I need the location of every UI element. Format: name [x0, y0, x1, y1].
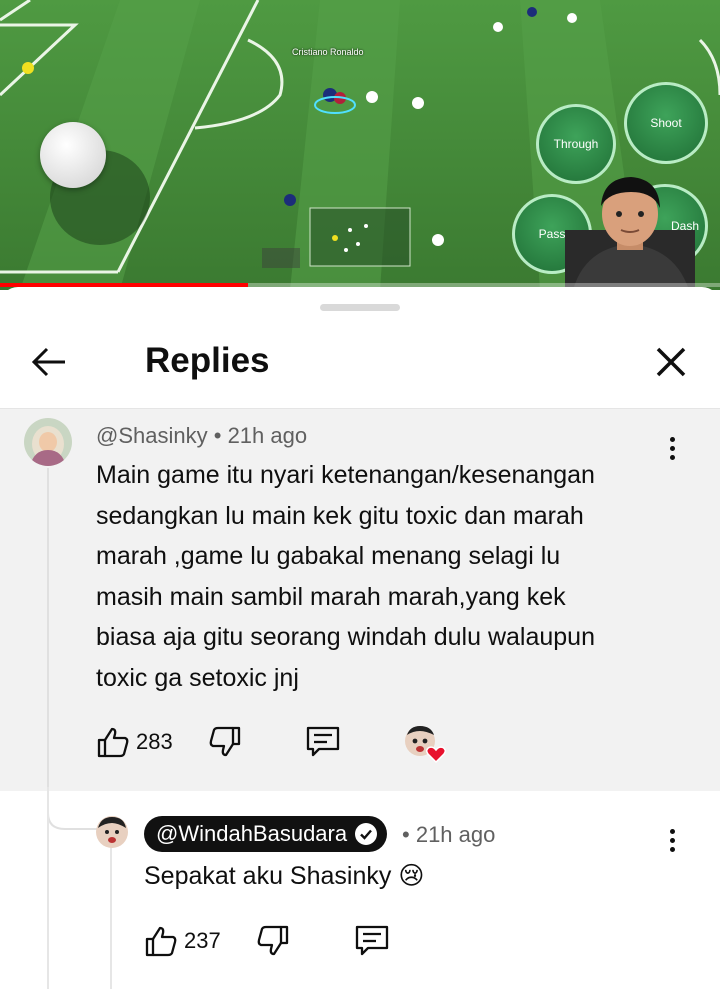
player-name-tag: Cristiano Ronaldo: [292, 47, 364, 57]
reply-text: Sepakat aku Shasinky 😢: [144, 862, 425, 890]
video-player[interactable]: Cristiano Ronaldo Through Shoot Pass Das…: [0, 0, 720, 290]
thumbs-down-icon: [209, 726, 241, 757]
thumbs-up-icon: [97, 727, 129, 758]
comment-time: 21h ago: [227, 423, 308, 448]
comment-meta: @Shasinky • 21h ago: [96, 423, 307, 449]
comment-line: biasa aja gitu seorang windah dulu walau…: [96, 623, 595, 651]
comment-line: Main game itu nyari ketenangan/kesenanga…: [96, 461, 595, 489]
comment-line: marah ,game lu gabakal menang selagi lu: [96, 542, 561, 570]
back-button[interactable]: [26, 339, 72, 385]
more-options-button[interactable]: [657, 426, 687, 470]
comment-author[interactable]: @Shasinky: [96, 423, 208, 448]
creator-channel-chip[interactable]: @WindahBasudara: [144, 816, 388, 852]
reply-time: 21h ago: [415, 822, 496, 847]
arrow-left-icon: [31, 347, 65, 377]
thread-line-outer: [47, 787, 49, 989]
streamer-webcam: [565, 177, 695, 290]
reply-like-count: 237: [184, 928, 221, 953]
meta-separator: •: [402, 822, 410, 847]
reply-like-button[interactable]: 237: [144, 924, 221, 958]
dislike-button[interactable]: [208, 725, 242, 759]
thumbs-down-icon: [257, 925, 289, 956]
thumbs-up-icon: [145, 926, 177, 957]
reply-meta: • 21h ago: [402, 822, 495, 848]
verified-check-icon: [355, 823, 378, 845]
thread-connector: [47, 787, 97, 830]
comment-icon: [306, 726, 340, 757]
close-button[interactable]: [648, 339, 694, 385]
page-title: Replies: [145, 341, 270, 380]
parent-comment: @Shasinky • 21h ago Main game itu nyari …: [0, 409, 720, 791]
avatar[interactable]: [24, 418, 72, 466]
reply-button[interactable]: [305, 725, 341, 759]
user-avatar-windah: [96, 816, 128, 848]
creator-heart-icon: [405, 726, 447, 763]
shoot-button[interactable]: Shoot: [624, 82, 708, 164]
user-avatar-shasinky: [24, 418, 72, 466]
thread-line: [47, 468, 49, 813]
drag-handle[interactable]: [320, 304, 400, 311]
comment-line: sedangkan lu main kek gitu toxic dan mar…: [96, 501, 584, 530]
reply-more-options-button[interactable]: [657, 818, 687, 862]
comment-text: Main game itu nyari ketenangan/kesenanga…: [96, 455, 595, 698]
replies-header: Replies: [0, 317, 720, 409]
comment-icon: [355, 925, 389, 956]
comment-line: masih main sambil marah marah,yang kek: [96, 582, 566, 611]
reply-thread-line: [110, 847, 112, 989]
reply-author: @WindahBasudara: [156, 821, 348, 846]
comment-line: toxic ga setoxic jnj: [96, 663, 299, 692]
reply-reply-button[interactable]: [354, 924, 390, 958]
meta-separator: •: [213, 423, 222, 448]
avatar[interactable]: [96, 816, 128, 848]
close-icon: [656, 347, 686, 377]
like-count: 283: [136, 729, 173, 754]
joystick-knob[interactable]: [40, 122, 106, 188]
creator-heart-badge: [404, 725, 448, 763]
reply-dislike-button[interactable]: [256, 924, 290, 958]
like-button[interactable]: 283: [96, 725, 173, 759]
replies-sheet: Replies @Shasinky • 21h ago Main game it…: [0, 287, 720, 989]
